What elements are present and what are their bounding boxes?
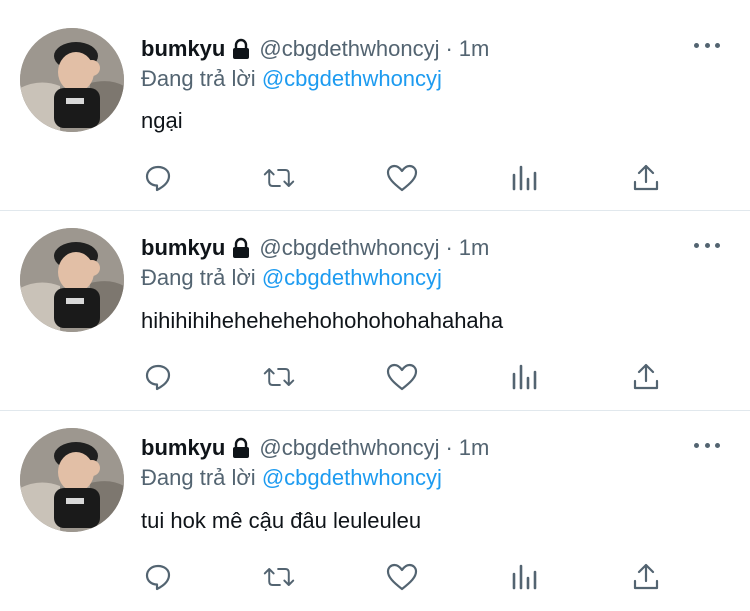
tweet[interactable]: bumkyu @cbgdethwhoncyj · 1m Đang trả lời… (0, 211, 750, 411)
replying-to-mention[interactable]: @cbgdethwhoncyj (262, 66, 442, 91)
analytics-button[interactable] (508, 361, 540, 393)
display-name[interactable]: bumkyu (141, 36, 225, 62)
username[interactable]: @cbgdethwhoncyj (259, 435, 439, 461)
lock-icon (231, 38, 251, 60)
replying-to-label: Đang trả lời (141, 465, 256, 490)
replying-to: Đang trả lời @cbgdethwhoncyj (141, 66, 442, 92)
timestamp[interactable]: 1m (459, 36, 490, 62)
share-icon (633, 363, 659, 390)
retweet-icon (263, 169, 295, 187)
bar-chart-icon (512, 564, 537, 590)
heart-icon (386, 164, 418, 192)
reply-icon (145, 564, 171, 591)
username[interactable]: @cbgdethwhoncyj (259, 36, 439, 62)
like-button[interactable] (386, 561, 418, 593)
display-name[interactable]: bumkyu (141, 435, 225, 461)
reply-icon (145, 165, 171, 192)
reply-button[interactable] (142, 561, 174, 593)
timestamp[interactable]: 1m (459, 435, 490, 461)
separator-dot: · (445, 36, 453, 61)
separator-dot: · (445, 235, 453, 260)
avatar-photo (20, 228, 124, 332)
replying-to-label: Đang trả lời (141, 265, 256, 290)
avatar[interactable] (20, 228, 124, 332)
replying-to: Đang trả lời @cbgdethwhoncyj (141, 265, 442, 291)
lock-icon (231, 437, 251, 459)
heart-icon (386, 363, 418, 391)
more-icon[interactable] (694, 238, 720, 252)
reply-button[interactable] (142, 162, 174, 194)
heart-icon (386, 563, 418, 591)
avatar[interactable] (20, 28, 124, 132)
display-name[interactable]: bumkyu (141, 235, 225, 261)
retweet-button[interactable] (263, 361, 295, 393)
share-icon (633, 563, 659, 590)
more-icon[interactable] (694, 438, 720, 452)
analytics-button[interactable] (508, 162, 540, 194)
tweet[interactable]: bumkyu @cbgdethwhoncyj · 1m Đang trả lời… (0, 411, 750, 611)
share-button[interactable] (630, 361, 662, 393)
retweet-icon (263, 368, 295, 386)
share-button[interactable] (630, 162, 662, 194)
retweet-icon (263, 568, 295, 586)
more-icon[interactable] (694, 38, 720, 52)
retweet-button[interactable] (263, 162, 295, 194)
separator-dot: · (445, 435, 453, 460)
replying-to-label: Đang trả lời (141, 66, 256, 91)
replying-to-mention[interactable]: @cbgdethwhoncyj (262, 465, 442, 490)
avatar[interactable] (20, 428, 124, 532)
tweet-actions (0, 162, 750, 194)
tweet-text: ngại (141, 108, 183, 133)
replying-to-mention[interactable]: @cbgdethwhoncyj (262, 265, 442, 290)
tweet-text: hihihihihehehehehohohohohahahaha (141, 308, 504, 333)
bar-chart-icon (512, 165, 537, 191)
reply-button[interactable] (142, 361, 174, 393)
avatar-photo (20, 28, 124, 132)
tweet[interactable]: bumkyu @cbgdethwhoncyj · 1m Đang trả lời… (0, 0, 750, 200)
tweet-actions (0, 361, 750, 393)
analytics-button[interactable] (508, 561, 540, 593)
share-button[interactable] (630, 561, 662, 593)
username[interactable]: @cbgdethwhoncyj (259, 235, 439, 261)
bar-chart-icon (512, 364, 537, 390)
timestamp[interactable]: 1m (459, 235, 490, 261)
share-icon (633, 164, 659, 191)
tweet-text: tui hok mê cậu đâu leuleuleu (141, 508, 422, 533)
replying-to: Đang trả lời @cbgdethwhoncyj (141, 465, 442, 491)
avatar-photo (20, 428, 124, 532)
lock-icon (231, 237, 251, 259)
retweet-button[interactable] (263, 561, 295, 593)
like-button[interactable] (386, 162, 418, 194)
reply-icon (145, 364, 171, 391)
tweet-actions (0, 561, 750, 593)
like-button[interactable] (386, 361, 418, 393)
